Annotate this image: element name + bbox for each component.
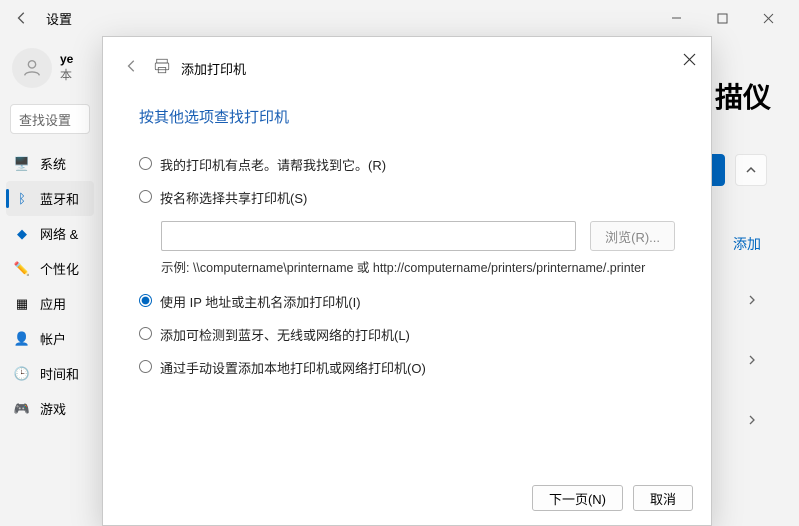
nav-label: 系统: [40, 154, 66, 173]
nav-icon: 🎮: [14, 401, 30, 417]
sidebar: ye 本 查找设置 🖥️ 系统 ᛒ 蓝牙和 ◆ 网络 & ✏️ 个性化 ▦ 应用 👤 帐户 🕒 时间和 🎮 游…: [0, 36, 100, 522]
dialog-subtitle: 按其他选项查找打印机: [103, 90, 711, 135]
avatar: [12, 48, 52, 88]
nav-label: 游戏: [40, 399, 66, 418]
share-name-input[interactable]: [161, 221, 576, 251]
nav-label: 网络 &: [40, 224, 78, 243]
back-button[interactable]: [8, 4, 36, 32]
close-window-button[interactable]: [745, 2, 791, 34]
option-old-printer[interactable]: 我的打印机有点老。请帮我找到它。(R): [139, 155, 675, 174]
sidebar-item-5[interactable]: 👤 帐户: [0, 321, 100, 356]
nav-icon: ▦: [14, 296, 30, 312]
nav-icon: ᛒ: [14, 191, 30, 207]
option-manual[interactable]: 通过手动设置添加本地打印机或网络打印机(O): [139, 358, 675, 377]
dialog-title: 添加打印机: [181, 59, 246, 78]
add-printer-dialog: 添加打印机 按其他选项查找打印机 我的打印机有点老。请帮我找到它。(R) 按名称…: [102, 36, 712, 526]
sidebar-item-6[interactable]: 🕒 时间和: [0, 356, 100, 391]
option-by-ip[interactable]: 使用 IP 地址或主机名添加打印机(I): [139, 292, 675, 311]
dialog-back-button[interactable]: [125, 59, 139, 78]
nav-icon: ◆: [14, 226, 30, 242]
search-input[interactable]: 查找设置: [10, 104, 90, 134]
sidebar-item-7[interactable]: 🎮 游戏: [0, 391, 100, 426]
printer-icon: [153, 57, 171, 80]
option-by-name[interactable]: 按名称选择共享打印机(S): [139, 188, 675, 207]
window-title: 设置: [46, 9, 72, 28]
sidebar-item-2[interactable]: ◆ 网络 &: [0, 216, 100, 251]
nav-icon: 👤: [14, 331, 30, 347]
sidebar-item-4[interactable]: ▦ 应用: [0, 286, 100, 321]
profile-sub: 本: [60, 68, 73, 84]
nav-label: 应用: [40, 294, 66, 313]
share-hint: 示例: \\computername\printername 或 http://…: [161, 259, 675, 278]
sidebar-item-0[interactable]: 🖥️ 系统: [0, 146, 100, 181]
option-detectable[interactable]: 添加可检测到蓝牙、无线或网络的打印机(L): [139, 325, 675, 344]
maximize-button[interactable]: [699, 2, 745, 34]
sidebar-item-1[interactable]: ᛒ 蓝牙和: [6, 181, 94, 216]
nav-icon: 🖥️: [14, 156, 30, 172]
next-button[interactable]: 下一页(N): [532, 485, 623, 511]
browse-button[interactable]: 浏览(R)...: [590, 221, 675, 251]
cancel-button[interactable]: 取消: [633, 485, 693, 511]
nav-label: 个性化: [40, 259, 79, 278]
nav-label: 帐户: [40, 329, 66, 348]
nav-label: 蓝牙和: [40, 189, 79, 208]
close-icon[interactable]: [675, 45, 703, 73]
sidebar-item-3[interactable]: ✏️ 个性化: [0, 251, 100, 286]
nav-icon: 🕒: [14, 366, 30, 382]
profile[interactable]: ye 本: [0, 42, 100, 94]
profile-name: ye: [60, 52, 73, 68]
minimize-button[interactable]: [653, 2, 699, 34]
nav-label: 时间和: [40, 364, 79, 383]
nav-icon: ✏️: [14, 261, 30, 277]
